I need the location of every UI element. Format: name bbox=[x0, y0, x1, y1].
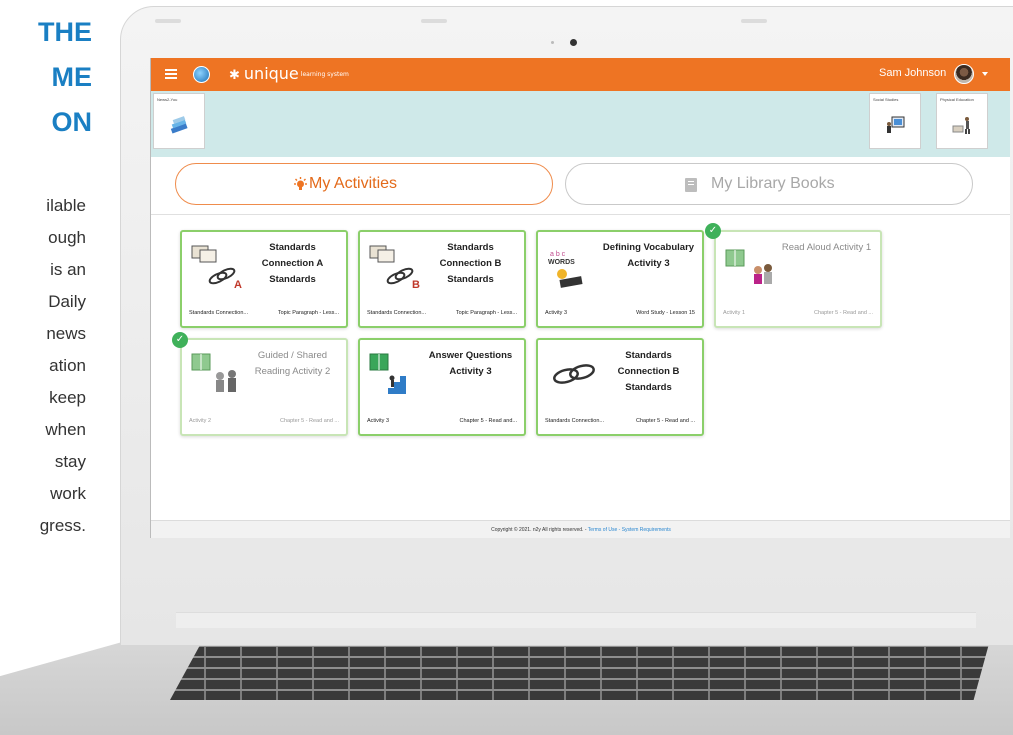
heading-line: ME bbox=[51, 62, 93, 92]
read-aloud-icon bbox=[725, 249, 772, 284]
activity-type: Activity 1 bbox=[723, 310, 746, 316]
snowflake-logo-icon: ✱ bbox=[229, 68, 240, 83]
activity-card[interactable]: Answer Questions Activity 3 Activity 3 C… bbox=[358, 338, 526, 436]
brand-subtitle: learning system bbox=[300, 71, 349, 78]
standards-chain-b-icon: B bbox=[369, 245, 420, 290]
paragraph-line: keep bbox=[49, 388, 86, 407]
completed-check-icon: ✓ bbox=[705, 223, 721, 239]
lid-bumper bbox=[421, 19, 447, 23]
laptop-hinge bbox=[176, 612, 976, 628]
activity-type: Standards Connection... bbox=[189, 310, 249, 316]
top-bar: ✱ unique learning system Sam Johnson bbox=[151, 58, 1010, 91]
chevron-down-icon[interactable] bbox=[982, 72, 988, 76]
lid-bumper bbox=[741, 19, 767, 23]
words-icon: a b c WORDS bbox=[548, 251, 583, 288]
book-stack-icon bbox=[170, 116, 188, 134]
brand-name: unique bbox=[243, 64, 299, 83]
activity-type: Activity 3 bbox=[545, 310, 568, 316]
svg-text:a b c: a b c bbox=[550, 251, 566, 258]
activity-card[interactable]: a b c WORDS Defining Vocabulary Activity… bbox=[536, 230, 704, 328]
activity-lesson: Topic Paragraph - Less... bbox=[277, 310, 339, 316]
svg-text:WORDS: WORDS bbox=[548, 259, 575, 266]
subject-tile-news2you[interactable]: News2-You bbox=[153, 93, 205, 149]
activity-title: Standards Connection B Standards bbox=[439, 242, 502, 285]
tab-label: My Library Books bbox=[711, 175, 835, 192]
paragraph-line: Daily bbox=[48, 292, 86, 311]
globe-icon[interactable] bbox=[193, 66, 210, 83]
tab-label: My Activities bbox=[309, 175, 398, 192]
avatar[interactable] bbox=[954, 64, 974, 84]
hamburger-menu-icon[interactable] bbox=[165, 69, 177, 79]
activity-lesson: Chapter 5 - Read and ... bbox=[813, 310, 873, 316]
activity-lesson: Chapter 5 - Read and ... bbox=[635, 418, 695, 424]
terms-of-use-link[interactable]: Terms of Use bbox=[588, 527, 617, 533]
activity-lesson: Chapter 5 - Read and ... bbox=[279, 418, 339, 424]
user-name[interactable]: Sam Johnson bbox=[879, 67, 946, 79]
svg-text:A: A bbox=[234, 279, 242, 290]
presentation-board-icon bbox=[887, 116, 905, 133]
activity-title: Standards Connection A Standards bbox=[261, 242, 324, 285]
activity-type: Standards Connection... bbox=[367, 310, 427, 316]
exercise-person-icon bbox=[952, 117, 970, 134]
completed-check-icon: ✓ bbox=[172, 332, 188, 348]
activities-grid: A Standards Connection A Standards Stand… bbox=[151, 214, 1010, 520]
paragraph-line: ation bbox=[49, 356, 86, 375]
camera-light bbox=[551, 41, 554, 44]
subject-bar: News2-You Social Studies Physical Educat… bbox=[151, 91, 1010, 157]
activity-card[interactable]: Standards Connection B Standards Standar… bbox=[536, 338, 704, 436]
app-screen: ✱ unique learning system Sam Johnson News2… bbox=[150, 58, 1010, 538]
marketing-heading: THE ME ON bbox=[0, 10, 92, 145]
activity-title: Read Aloud Activity 1 bbox=[781, 242, 872, 253]
marketing-paragraph: ilable ough is an Daily news ation keep … bbox=[0, 190, 86, 542]
subject-tile-label: News2-You bbox=[157, 97, 178, 102]
subject-tile-physical-education[interactable]: Physical Education bbox=[936, 93, 988, 149]
webcam bbox=[570, 39, 577, 46]
activity-card[interactable]: Guided / Shared Reading Activity 2 Activ… bbox=[180, 338, 348, 436]
subject-tile-social-studies[interactable]: Social Studies bbox=[869, 93, 921, 149]
paragraph-line: gress. bbox=[39, 516, 86, 535]
activity-card[interactable]: B Standards Connection B Standards Stand… bbox=[358, 230, 526, 328]
activity-title: Answer Questions Activity 3 bbox=[428, 350, 513, 377]
tab-my-library-books[interactable]: My Library Books bbox=[565, 163, 973, 205]
activity-title: Standards Connection B Standards bbox=[617, 350, 680, 393]
book-icon bbox=[685, 178, 697, 192]
activity-lesson: Topic Paragraph - Less... bbox=[455, 310, 517, 316]
answer-questions-icon bbox=[369, 353, 406, 394]
heading-line: THE bbox=[38, 17, 92, 47]
shared-reading-icon bbox=[191, 353, 236, 392]
brand-logo[interactable]: ✱ unique learning system bbox=[229, 64, 349, 83]
paragraph-line: is an bbox=[50, 260, 86, 279]
activity-title: Defining Vocabulary Activity 3 bbox=[602, 242, 695, 269]
copyright-text: Copyright © 2021. n2y All rights reserve… bbox=[491, 527, 588, 533]
activity-card[interactable]: Read Aloud Activity 1 Activity 1 Chapter… bbox=[714, 230, 882, 328]
laptop-keyboard bbox=[170, 640, 990, 700]
subject-tile-label: Physical Education bbox=[940, 97, 974, 102]
activity-card[interactable]: A Standards Connection A Standards Stand… bbox=[180, 230, 348, 328]
heading-line: ON bbox=[51, 107, 93, 137]
activity-lesson: Word Study - Lesson 15 bbox=[636, 310, 695, 316]
paragraph-line: ough bbox=[48, 228, 86, 247]
activity-title: Guided / Shared Reading Activity 2 bbox=[254, 350, 331, 377]
paragraph-line: news bbox=[46, 324, 86, 343]
activity-type: Activity 3 bbox=[367, 418, 390, 424]
paragraph-line: when bbox=[45, 420, 86, 439]
activity-lesson: Chapter 5 - Read and... bbox=[459, 418, 517, 424]
paragraph-line: work bbox=[50, 484, 86, 503]
tab-my-activities[interactable]: My Activities bbox=[175, 163, 553, 205]
paragraph-line: ilable bbox=[46, 196, 86, 215]
subject-tile-label: Social Studies bbox=[873, 97, 899, 102]
svg-text:B: B bbox=[412, 279, 420, 290]
page-footer: Copyright © 2021. n2y All rights reserve… bbox=[151, 520, 1010, 538]
activity-type: Activity 2 bbox=[189, 418, 212, 424]
chain-link-icon bbox=[553, 364, 595, 384]
system-requirements-link[interactable]: System Requirements bbox=[622, 527, 671, 533]
lid-bumper bbox=[155, 19, 181, 23]
paragraph-line: stay bbox=[54, 452, 86, 471]
activity-type: Standards Connection... bbox=[545, 418, 605, 424]
lightbulb-icon bbox=[294, 177, 307, 190]
standards-chain-a-icon: A bbox=[191, 245, 242, 290]
